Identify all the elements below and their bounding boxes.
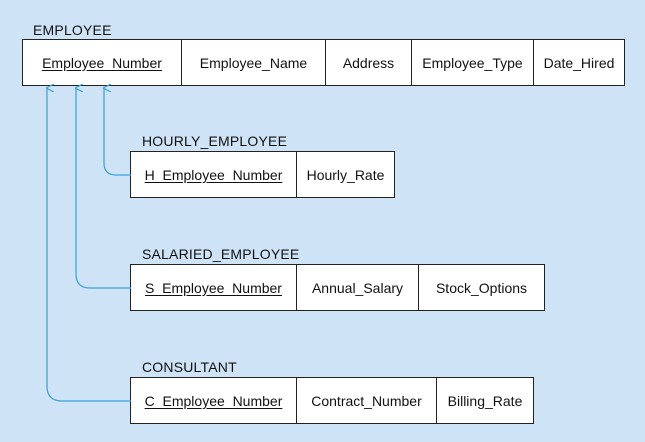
foreign-key-connectors — [0, 0, 131, 402]
consultant-fk-arrow — [47, 88, 131, 402]
hourly-fk-arrow — [104, 88, 131, 176]
